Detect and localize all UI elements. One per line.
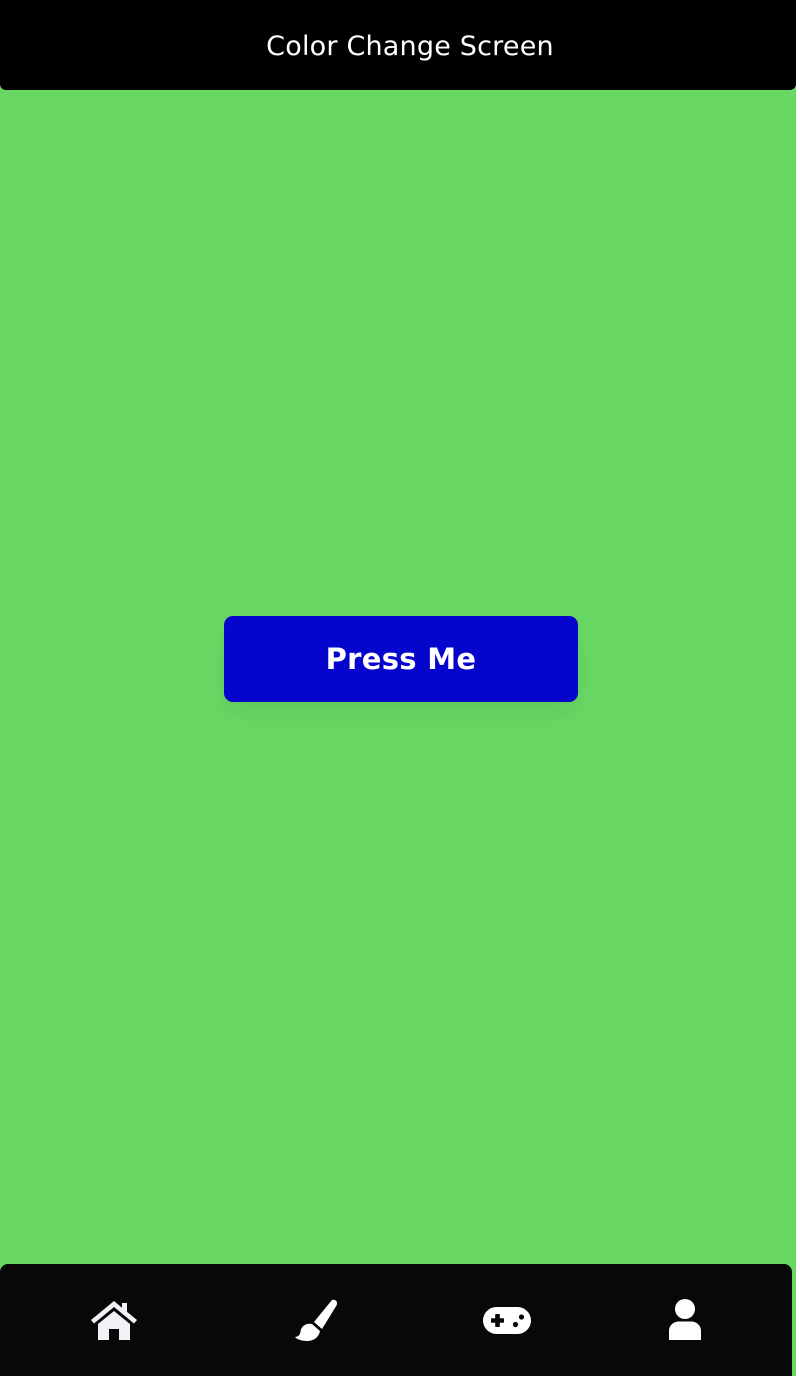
- home-icon: [89, 1298, 139, 1342]
- bottom-tab-bar: [0, 1264, 792, 1376]
- press-me-button[interactable]: Press Me: [224, 616, 578, 702]
- tab-paint[interactable]: [276, 1264, 356, 1376]
- color-change-screen: Color Change Screen Press Me: [0, 0, 796, 1376]
- gamepad-icon: [482, 1303, 532, 1337]
- tab-home[interactable]: [74, 1264, 154, 1376]
- header-title: Color Change Screen: [266, 30, 554, 62]
- tab-profile[interactable]: [645, 1264, 725, 1376]
- tab-game[interactable]: [467, 1264, 547, 1376]
- paintbrush-icon: [292, 1296, 340, 1344]
- header-bar: Color Change Screen: [0, 0, 796, 90]
- user-icon: [665, 1298, 705, 1342]
